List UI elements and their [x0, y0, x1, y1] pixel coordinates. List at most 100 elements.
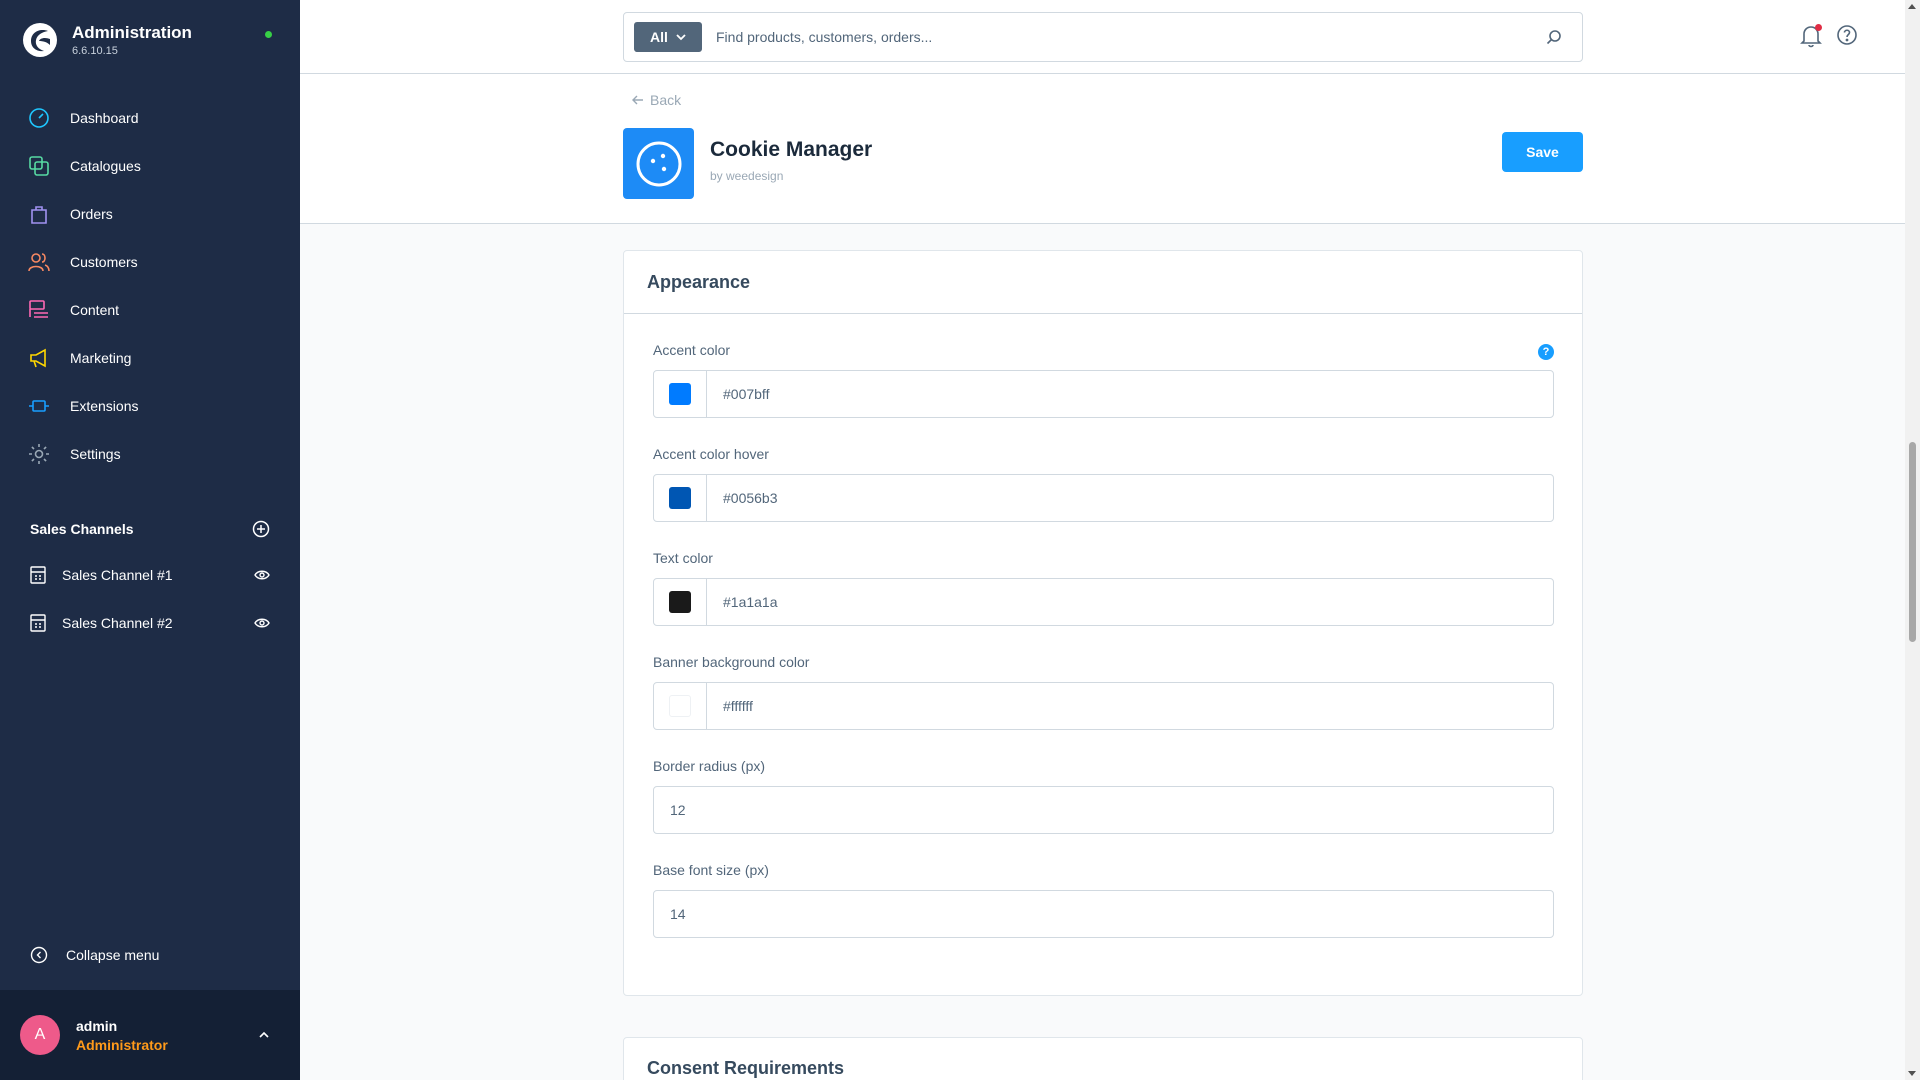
color-picker[interactable]: #0056b3 [653, 474, 1554, 522]
extensions-icon [28, 395, 50, 417]
color-swatch[interactable] [669, 383, 691, 405]
color-value[interactable]: #1a1a1a [707, 579, 778, 625]
nav-item-catalogues[interactable]: Catalogues [0, 142, 300, 190]
nav-label: Extensions [70, 398, 139, 414]
card-title: Consent Requirements [647, 1058, 845, 1078]
page-title: Cookie Manager [710, 138, 873, 161]
notification-badge [1815, 24, 1822, 31]
scroll-down-icon[interactable] [1908, 1071, 1916, 1076]
nav-item-marketing[interactable]: Marketing [0, 334, 300, 382]
save-button[interactable]: Save [1502, 132, 1583, 172]
sales-channel-label: Sales Channel #1 [62, 567, 173, 583]
user-menu[interactable]: A admin Administrator [0, 990, 300, 1080]
main-nav: Dashboard Catalogues Orders Customers Co… [0, 94, 300, 478]
app-vendor: by weedesign [710, 169, 784, 183]
scroll-up-icon[interactable] [1908, 4, 1916, 9]
search-type-select[interactable]: All [634, 22, 702, 52]
sales-channel-item[interactable]: Sales Channel #2 [30, 605, 270, 641]
nav-label: Orders [70, 206, 113, 222]
orders-icon [28, 203, 50, 225]
brand-version: 6.6.10.15 [72, 45, 118, 57]
chevron-up-icon[interactable] [258, 1031, 270, 1039]
brand[interactable]: Administration 6.6.10.15 [22, 22, 192, 58]
dashboard-icon [28, 107, 50, 129]
help-icon[interactable]: ? [1538, 344, 1554, 360]
app-icon [623, 128, 694, 199]
field-label: Text color [653, 550, 713, 566]
base-font-size-input[interactable]: 14 [653, 890, 1554, 938]
nav-item-settings[interactable]: Settings [0, 430, 300, 478]
user-role: Administrator [76, 1036, 168, 1053]
catalogues-icon [28, 155, 50, 177]
color-swatch[interactable] [669, 591, 691, 613]
nav-label: Marketing [70, 350, 132, 366]
add-sales-channel-icon[interactable] [252, 520, 270, 538]
sidebar: Administration 6.6.10.15 Dashboard Catal… [0, 0, 300, 1080]
status-indicator [265, 31, 272, 38]
field-label: Banner background color [653, 654, 810, 670]
banner-background-color-field: Banner background color #ffffff [653, 654, 1554, 730]
sales-channels-title: Sales Channels [30, 521, 134, 537]
color-swatch[interactable] [669, 695, 691, 717]
storefront-icon [30, 566, 46, 584]
sales-channel-item[interactable]: Sales Channel #1 [30, 557, 270, 593]
nav-item-content[interactable]: Content [0, 286, 300, 334]
color-picker[interactable]: #1a1a1a [653, 578, 1554, 626]
nav-item-extensions[interactable]: Extensions [0, 382, 300, 430]
color-picker[interactable]: #ffffff [653, 682, 1554, 730]
storefront-icon [30, 614, 46, 632]
color-picker[interactable]: #007bff [653, 370, 1554, 418]
page-header: Back Cookie Manager by weedesign Save [300, 74, 1905, 224]
base-font-size-field: Base font size (px) 14 [653, 862, 1554, 938]
page-scrollbar[interactable] [1905, 0, 1920, 1080]
topbar: All [300, 0, 1905, 74]
accent-color-field: Accent color ? #007bff [653, 342, 1554, 418]
chevron-down-icon [676, 33, 686, 40]
collapse-menu-label: Collapse menu [66, 947, 160, 963]
notifications-button[interactable] [1800, 24, 1822, 48]
nav-label: Customers [70, 254, 138, 270]
border-radius-input[interactable]: 12 [653, 786, 1554, 834]
nav-item-customers[interactable]: Customers [0, 238, 300, 286]
search-icon [1546, 30, 1561, 45]
field-label: Accent color hover [653, 446, 769, 462]
avatar: A [20, 1015, 60, 1055]
brand-title: Administration [72, 23, 192, 42]
nav-label: Catalogues [70, 158, 141, 174]
color-value[interactable]: #007bff [707, 371, 769, 417]
arrow-left-icon [632, 95, 643, 105]
global-search: All [623, 12, 1583, 62]
marketing-icon [28, 347, 50, 369]
nav-label: Settings [70, 446, 121, 462]
text-color-field: Text color #1a1a1a [653, 550, 1554, 626]
nav-label: Dashboard [70, 110, 139, 126]
collapse-menu-button[interactable]: Collapse menu [30, 946, 159, 964]
search-type-label: All [650, 29, 668, 45]
search-input[interactable] [716, 29, 1534, 45]
card-title: Appearance [647, 271, 751, 292]
eye-icon[interactable] [254, 569, 270, 581]
sales-channels-header: Sales Channels [30, 520, 270, 538]
search-button[interactable] [1534, 29, 1574, 45]
field-label: Base font size (px) [653, 862, 769, 878]
appearance-card: Appearance Accent color ? #007bff Accent… [623, 250, 1583, 996]
help-icon[interactable] [1836, 24, 1858, 46]
field-label: Border radius (px) [653, 758, 766, 774]
eye-icon[interactable] [254, 617, 270, 629]
color-value[interactable]: #0056b3 [707, 475, 778, 521]
consent-requirements-card: Consent Requirements [623, 1037, 1583, 1080]
cookie-icon [636, 141, 681, 186]
back-label: Back [650, 92, 682, 108]
border-radius-field: Border radius (px) 12 [653, 758, 1554, 834]
settings-icon [28, 443, 50, 465]
nav-item-dashboard[interactable]: Dashboard [0, 94, 300, 142]
chevron-left-circle-icon [30, 946, 48, 964]
back-link[interactable]: Back [632, 92, 681, 108]
color-value[interactable]: #ffffff [707, 683, 753, 729]
color-swatch[interactable] [669, 487, 691, 509]
user-name: admin [76, 1017, 118, 1034]
scrollbar-thumb[interactable] [1909, 442, 1916, 642]
sales-channel-label: Sales Channel #2 [62, 615, 173, 631]
nav-item-orders[interactable]: Orders [0, 190, 300, 238]
field-label: Accent color [653, 342, 731, 358]
